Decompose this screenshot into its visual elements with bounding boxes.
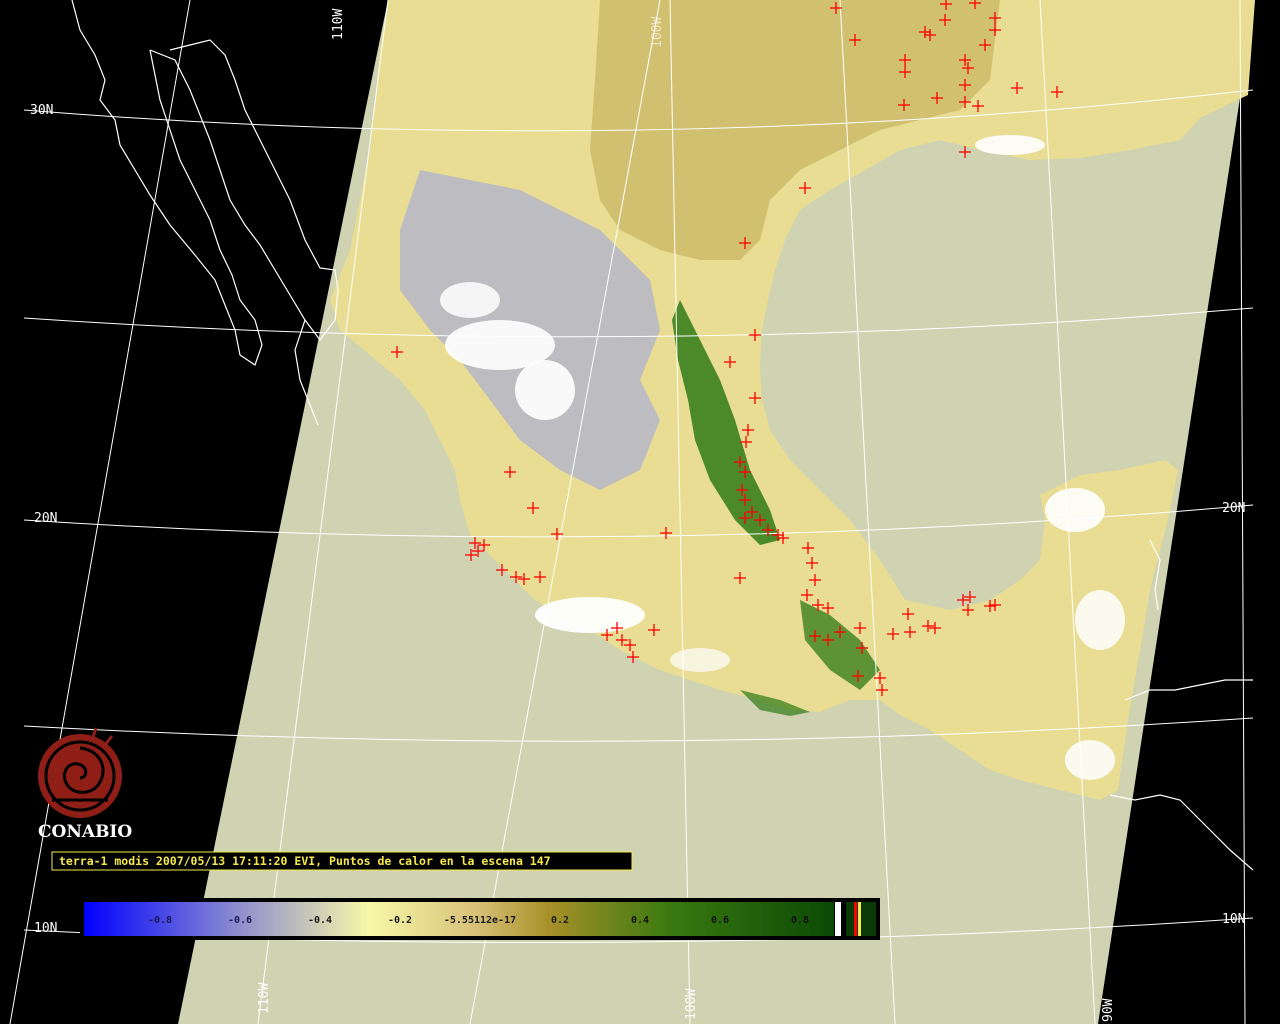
- colorbar-tick-label: -0.8: [148, 915, 172, 926]
- colorbar-nodata-white: [835, 902, 841, 936]
- label-110w-bottom: 110W: [257, 983, 272, 1014]
- label-100w-top: 100W: [650, 17, 665, 48]
- label-20n-right: 20N: [1222, 501, 1245, 516]
- label-10n-right: 10N: [1222, 912, 1245, 927]
- map-canvas: 30N 20N 20N 10N 10N 110W 100W 110W 100W …: [0, 0, 1280, 1024]
- label-20n-left: 20N: [34, 511, 57, 526]
- label-100w-bottom: 100W: [684, 989, 699, 1020]
- caption-text: terra-1 modis 2007/05/13 17:11:20 EVI, P…: [59, 854, 551, 868]
- colorbar-tick-label: -0.6: [228, 915, 252, 926]
- colorbar-tick-label: -5.55112e-17: [444, 915, 516, 926]
- caption-box: terra-1 modis 2007/05/13 17:11:20 EVI, P…: [51, 851, 633, 871]
- colorbar: -0.8 -0.6 -0.4 -0.2 -5.55112e-17 0.2 0.4 0.6 0.8: [80, 898, 880, 940]
- label-30n: 30N: [30, 103, 53, 118]
- colorbar-yellow: [858, 902, 861, 936]
- label-90w-bottom: 90W: [1101, 998, 1116, 1022]
- colorbar-tick-label: 0.2: [551, 915, 569, 926]
- colorbar-tick-label: 0.6: [711, 915, 729, 926]
- colorbar-tick-label: -0.2: [388, 915, 412, 926]
- label-10n-left: 10N: [34, 921, 57, 936]
- conabio-logo-text: CONABIO: [38, 822, 132, 842]
- satellite-map-view: 30N 20N 20N 10N 10N 110W 100W 110W 100W …: [0, 0, 1280, 1024]
- colorbar-tick-label: 0.8: [791, 915, 809, 926]
- colorbar-tick-label: -0.4: [308, 915, 332, 926]
- colorbar-fire-red: [854, 902, 857, 936]
- label-110w-top: 110W: [331, 9, 346, 40]
- colorbar-tick-label: 0.4: [631, 915, 649, 926]
